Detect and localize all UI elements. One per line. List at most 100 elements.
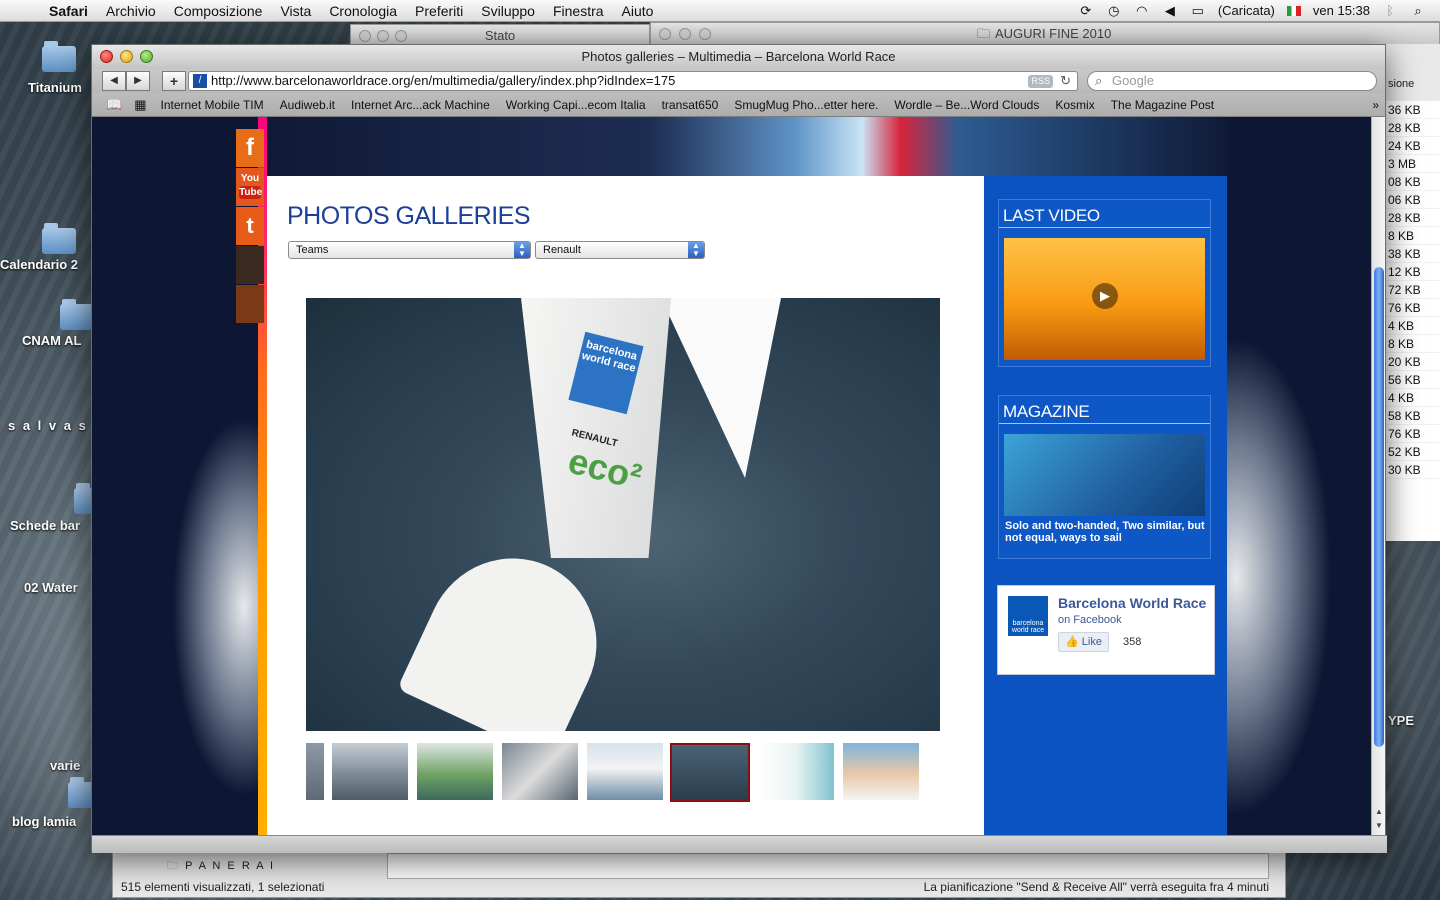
back-button[interactable]: ◀ [102,71,126,91]
column-header[interactable]: sione [1388,78,1414,90]
list-item[interactable]: 28 KB [1385,119,1440,137]
bookmark-item[interactable]: transat650 [654,98,727,112]
window-titlebar[interactable]: Photos galleries – Multimedia – Barcelon… [92,45,1385,69]
list-item[interactable]: 76 KB [1385,425,1440,443]
bluetooth-icon[interactable]: ᛒ [1382,3,1398,18]
background-window-titlebar[interactable]: 🗀 AUGURI FINE 2010 [650,22,1440,44]
bookmark-item[interactable]: Internet Mobile TIM [152,98,271,112]
sync-icon[interactable]: ⟳ [1078,3,1094,18]
thumbnail[interactable] [417,743,493,800]
list-item[interactable]: 06 KB [1385,191,1440,209]
sidebar-item-panerai[interactable]: 🗀 P A N E R A I [167,857,275,876]
url-text[interactable]: http://www.barcelonaworldrace.org/en/mul… [211,73,675,88]
list-item[interactable]: 4 KB [1385,317,1440,335]
play-icon[interactable]: ▶ [1092,283,1118,309]
background-window-bottom[interactable]: 🗀 P A N E R A I 515 elementi visualizzat… [112,850,1286,898]
list-item[interactable]: 52 KB [1385,443,1440,461]
list-item[interactable]: 58 KB [1385,407,1440,425]
zoom-button[interactable] [140,50,153,63]
bookmark-item[interactable]: Audiweb.it [272,98,343,112]
list-item[interactable]: 24 KB [1385,137,1440,155]
menu-preferiti[interactable]: Preferiti [406,3,472,19]
zoom-button[interactable] [699,28,711,40]
desktop-icon-label[interactable]: blog lamia [12,814,76,829]
menu-archivio[interactable]: Archivio [97,3,165,19]
reload-icon[interactable]: ↻ [1060,72,1071,90]
thumbnail[interactable] [306,743,324,800]
clock[interactable]: ven 15:38 [1313,3,1370,18]
file-size-list[interactable]: 36 KB 28 KB 24 KB 3 MB 08 KB 06 KB 28 KB… [1384,101,1440,541]
folder-icon[interactable] [42,41,76,72]
address-bar[interactable]: / http://www.barcelonaworldrace.org/en/m… [188,71,1078,91]
youtube-icon[interactable]: You Tube [236,168,264,206]
thumbnail-selected[interactable] [670,743,750,802]
text-area[interactable] [387,853,1269,879]
list-item[interactable]: 30 KB [1385,461,1440,479]
page-name[interactable]: Barcelona World Race [1058,595,1206,611]
magazine-thumbnail[interactable] [1004,434,1205,516]
scrollbar-thumb[interactable] [1374,267,1384,747]
battery-status[interactable]: (Caricata) [1218,3,1275,18]
volume-icon[interactable]: ◀ [1162,3,1178,18]
list-item[interactable]: 3 MB [1385,155,1440,173]
close-button[interactable] [100,50,113,63]
facebook-page-name[interactable]: Barcelona World Race on Facebook [1058,596,1208,628]
magazine-caption[interactable]: Solo and two-handed, Two similar, but no… [1005,520,1205,544]
desktop-icon-label[interactable]: varie [50,758,80,773]
list-item[interactable]: 12 KB [1385,263,1440,281]
menu-cronologia[interactable]: Cronologia [320,3,406,19]
thumbnail[interactable] [502,743,578,800]
bookmark-item[interactable]: Working Capi...ecom Italia [498,98,654,112]
forward-button[interactable]: ▶ [126,71,150,91]
menu-safari[interactable]: Safari [40,3,97,19]
thumbnail[interactable] [587,743,663,800]
menu-aiuto[interactable]: Aiuto [613,3,663,19]
bookmark-item[interactable]: Internet Arc...ack Machine [343,98,498,112]
desktop-icon-label[interactable]: CNAM AL [22,333,81,348]
category-select[interactable]: Teams ▲ ▼ [288,241,531,259]
desktop-icon-label[interactable]: Schede bar [10,518,80,533]
search-input[interactable]: ⌕ Google [1087,71,1377,91]
menu-finestra[interactable]: Finestra [544,3,613,19]
time-machine-icon[interactable]: ◷ [1106,3,1122,18]
thumbnail[interactable] [758,743,834,800]
list-item[interactable]: 38 KB [1385,245,1440,263]
zoom-button[interactable] [395,30,407,42]
rss-button[interactable]: RSS [1028,75,1053,88]
bookmark-item[interactable]: SmugMug Pho...etter here. [726,98,886,112]
brand-logo[interactable]: barcelona world race [1008,596,1048,636]
folder-icon[interactable] [60,299,94,330]
list-item[interactable]: 4 KB [1385,389,1440,407]
menu-sviluppo[interactable]: Sviluppo [472,3,544,19]
menu-vista[interactable]: Vista [271,3,320,19]
video-thumbnail[interactable]: ▶ [1004,238,1205,360]
list-item[interactable]: 56 KB [1385,371,1440,389]
desktop-icon-label[interactable]: 02 Water [24,580,78,595]
bookmark-item[interactable]: The Magazine Post [1103,98,1222,112]
list-item[interactable]: 8 KB [1385,335,1440,353]
vertical-scrollbar[interactable]: ▲ ▼ [1371,117,1385,835]
minimize-button[interactable] [377,30,389,42]
list-item[interactable]: 8 KB [1385,227,1440,245]
battery-icon[interactable]: ▭ [1190,3,1206,18]
folder-icon[interactable] [42,223,76,254]
list-item[interactable]: 28 KB [1385,209,1440,227]
bookmark-item[interactable]: Kosmix [1047,98,1102,112]
bookmark-item[interactable]: Wordle – Be...Word Clouds [886,98,1047,112]
like-button[interactable]: 👍 Like [1058,632,1109,652]
minimize-button[interactable] [120,50,133,63]
bookmarks-overflow-icon[interactable]: » [1372,98,1385,112]
thumbnail[interactable] [332,743,408,800]
desktop-icon-label[interactable]: s a l v a s c [8,418,103,433]
reading-list-icon[interactable]: 📖 [100,97,128,113]
close-button[interactable] [359,30,371,42]
main-gallery-photo[interactable]: barcelona world race RENAULT eco² [306,298,940,731]
spotlight-search-icon[interactable]: ⌕ [1410,3,1426,18]
close-button[interactable] [659,28,671,40]
scroll-arrows[interactable]: ▲ ▼ [1372,805,1386,835]
list-item[interactable]: 08 KB [1385,173,1440,191]
desktop-icon-label[interactable]: Titanium [28,80,82,95]
list-item[interactable]: 20 KB [1385,353,1440,371]
list-item[interactable]: 76 KB [1385,299,1440,317]
thumbnail[interactable] [843,743,919,800]
